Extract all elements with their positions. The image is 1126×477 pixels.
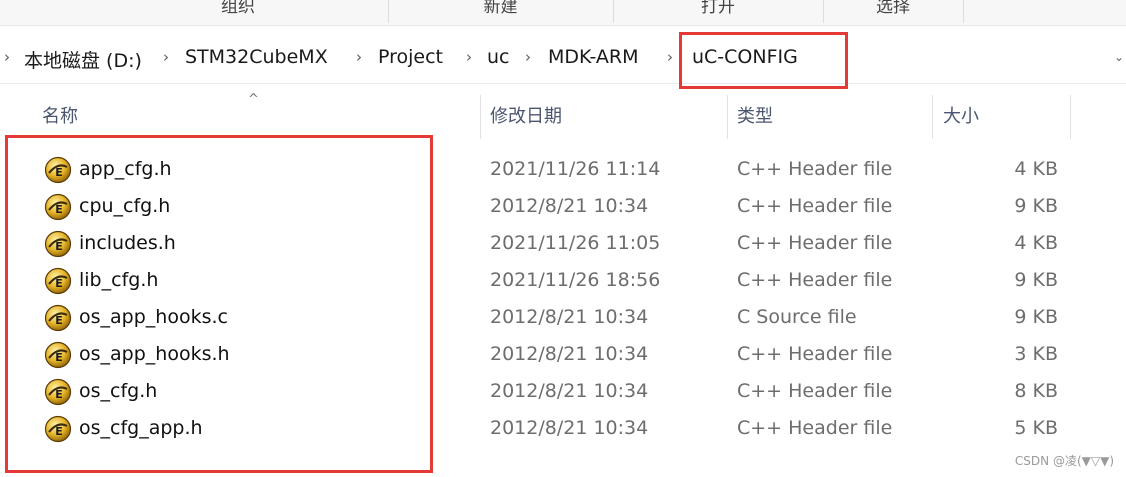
file-date: 2021/11/26 18:56	[490, 269, 661, 291]
ribbon-group-label: 新建	[483, 0, 518, 17]
file-size: 4 KB	[1014, 232, 1058, 254]
breadcrumb-item-uc[interactable]: uc	[487, 46, 510, 68]
uvision-file-icon: E	[44, 378, 72, 406]
column-header-label: 大小	[943, 106, 979, 127]
breadcrumb-item-mdk-arm[interactable]: MDK-ARM	[548, 46, 639, 68]
file-name: os_app_hooks.h	[79, 343, 230, 365]
svg-text:E: E	[55, 351, 63, 364]
column-divider[interactable]	[727, 95, 728, 139]
file-row[interactable]: Eos_app_hooks.c 2012/8/21 10:34 C Source f…	[0, 299, 1126, 336]
file-size: 9 KB	[1014, 306, 1058, 328]
file-row[interactable]: Elib_cfg.h 2021/11/26 18:56 C++ Header fil…	[0, 262, 1126, 299]
file-name: includes.h	[79, 232, 176, 254]
ribbon-group-organize: 组织	[88, 0, 389, 23]
chevron-right-icon[interactable]: ›	[521, 48, 535, 66]
column-header-name[interactable]: 名称	[42, 95, 472, 139]
svg-text:E: E	[55, 203, 63, 216]
file-date: 2012/8/21 10:34	[490, 380, 649, 402]
file-type: C++ Header file	[737, 195, 893, 217]
file-row[interactable]: Eincludes.h 2021/11/26 11:05 C++ Header fi…	[0, 225, 1126, 262]
file-size: 9 KB	[1014, 269, 1058, 291]
file-name: os_cfg_app.h	[79, 417, 203, 439]
watermark: CSDN @凌(▼▽▼)	[1014, 454, 1114, 468]
file-name: cpu_cfg.h	[79, 195, 171, 217]
file-size: 5 KB	[1014, 417, 1058, 439]
column-header-type[interactable]: 类型	[737, 95, 927, 139]
breadcrumb-item-drive-d[interactable]: 本地磁盘 (D:)	[24, 46, 142, 73]
file-type: C++ Header file	[737, 380, 893, 402]
address-dropdown-icon[interactable]: ⌄	[1114, 47, 1126, 67]
file-date: 2012/8/21 10:34	[490, 417, 649, 439]
column-divider[interactable]	[1070, 95, 1071, 139]
svg-text:E: E	[55, 240, 63, 253]
ribbon-group-labels: 组织 新建 打开 选择	[0, 0, 1126, 26]
file-date: 2012/8/21 10:34	[490, 195, 649, 217]
ribbon-group-new: 新建	[388, 0, 614, 23]
svg-text:E: E	[55, 314, 63, 327]
file-name: os_app_hooks.c	[79, 306, 228, 328]
file-row[interactable]: Eos_cfg.h 2012/8/21 10:34 C++ Header file 8…	[0, 373, 1126, 410]
file-size: 3 KB	[1014, 343, 1058, 365]
column-header-label: 修改日期	[490, 106, 562, 127]
file-date: 2021/11/26 11:14	[490, 158, 661, 180]
uvision-file-icon: E	[44, 267, 72, 295]
file-type: C++ Header file	[737, 269, 893, 291]
file-type: C++ Header file	[737, 232, 893, 254]
file-name: lib_cfg.h	[79, 269, 159, 291]
chevron-right-icon[interactable]: ›	[462, 48, 476, 66]
breadcrumb-item-stm32cubemx[interactable]: STM32CubeMX	[185, 46, 328, 68]
uvision-file-icon: E	[44, 341, 72, 369]
ribbon-group-label: 组织	[221, 0, 255, 17]
file-name: os_cfg.h	[79, 380, 158, 402]
uvision-file-icon: E	[44, 230, 72, 258]
file-type: C++ Header file	[737, 158, 893, 180]
breadcrumb-item-project[interactable]: Project	[378, 46, 443, 68]
column-divider[interactable]	[480, 95, 481, 139]
file-row[interactable]: Eapp_cfg.h 2021/11/26 11:14 C++ Header fil…	[0, 151, 1126, 188]
file-row[interactable]: Eos_app_hooks.h 2012/8/21 10:34 C++ Header…	[0, 336, 1126, 373]
file-date: 2012/8/21 10:34	[490, 306, 649, 328]
file-row[interactable]: Eos_cfg_app.h 2012/8/21 10:34 C++ Header f…	[0, 410, 1126, 447]
file-type: C Source file	[737, 306, 857, 328]
file-date: 2021/11/26 11:05	[490, 232, 661, 254]
svg-text:E: E	[55, 388, 63, 401]
file-name: app_cfg.h	[79, 158, 172, 180]
chevron-right-icon[interactable]: ›	[663, 48, 677, 66]
column-header-date[interactable]: 修改日期	[490, 95, 720, 139]
svg-text:E: E	[55, 166, 63, 179]
file-size: 9 KB	[1014, 195, 1058, 217]
file-type: C++ Header file	[737, 343, 893, 365]
file-row[interactable]: Ecpu_cfg.h 2012/8/21 10:34 C++ Header file…	[0, 188, 1126, 225]
breadcrumb-item-uc-config[interactable]: uC-CONFIG	[692, 46, 798, 68]
uvision-file-icon: E	[44, 156, 72, 184]
ribbon-group-open: 打开	[613, 0, 824, 23]
svg-text:E: E	[55, 425, 63, 438]
file-date: 2012/8/21 10:34	[490, 343, 649, 365]
uvision-file-icon: E	[44, 415, 72, 443]
ribbon-group-label: 选择	[876, 0, 910, 17]
column-header-size[interactable]: 大小	[943, 95, 1063, 139]
file-size: 8 KB	[1014, 380, 1058, 402]
column-header-label: 类型	[737, 106, 773, 127]
uvision-file-icon: E	[44, 193, 72, 221]
uvision-file-icon: E	[44, 304, 72, 332]
chevron-right-icon[interactable]: ›	[159, 48, 173, 66]
column-divider[interactable]	[932, 95, 933, 139]
chevron-right-icon[interactable]: ›	[352, 48, 366, 66]
file-size: 4 KB	[1014, 158, 1058, 180]
ribbon-group-select: 选择	[823, 0, 964, 23]
address-bar[interactable]: › 本地磁盘 (D:) › STM32CubeMX › Project › uc…	[0, 33, 1126, 84]
svg-text:E: E	[55, 277, 63, 290]
column-header-label: 名称	[42, 106, 78, 127]
ribbon-group-label: 打开	[701, 0, 735, 17]
file-type: C++ Header file	[737, 417, 893, 439]
chevron-right-icon[interactable]: ›	[0, 48, 14, 66]
